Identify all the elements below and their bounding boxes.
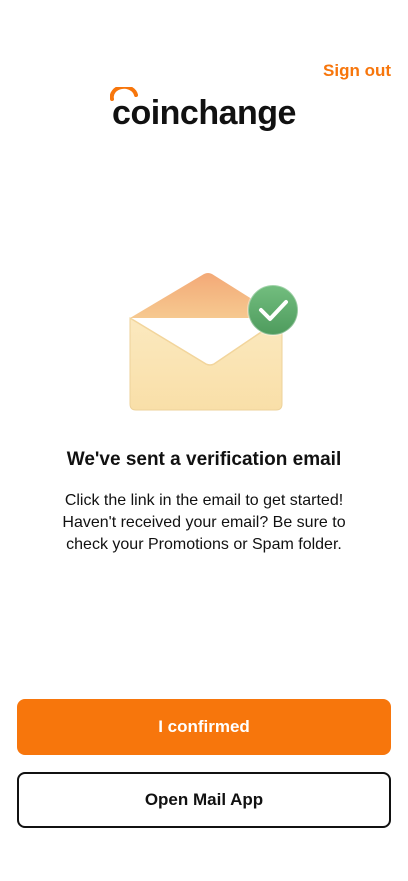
sign-out-link[interactable]: Sign out (323, 61, 391, 81)
page-title: We've sent a verification email (66, 449, 342, 470)
logo-arc-icon (110, 87, 139, 101)
envelope-check-icon (129, 273, 299, 411)
instructions-line: check your Promotions or Spam folder. (66, 536, 342, 553)
brand-logo: coinchange (0, 87, 408, 133)
instructions-line: Haven't received your email? Be sure to (62, 514, 346, 531)
verification-screen: Sign out coinchange We've sent a verific… (0, 0, 408, 881)
open-mail-app-button[interactable]: Open Mail App (17, 772, 391, 828)
brand-wordmark: coinchange (110, 87, 296, 133)
i-confirmed-button[interactable]: I confirmed (17, 699, 391, 755)
brand-name: coinchange (112, 94, 296, 132)
instructions-line: Click the link in the email to get start… (64, 492, 344, 509)
instructions-text: Click the link in the email to get start… (20, 490, 388, 556)
